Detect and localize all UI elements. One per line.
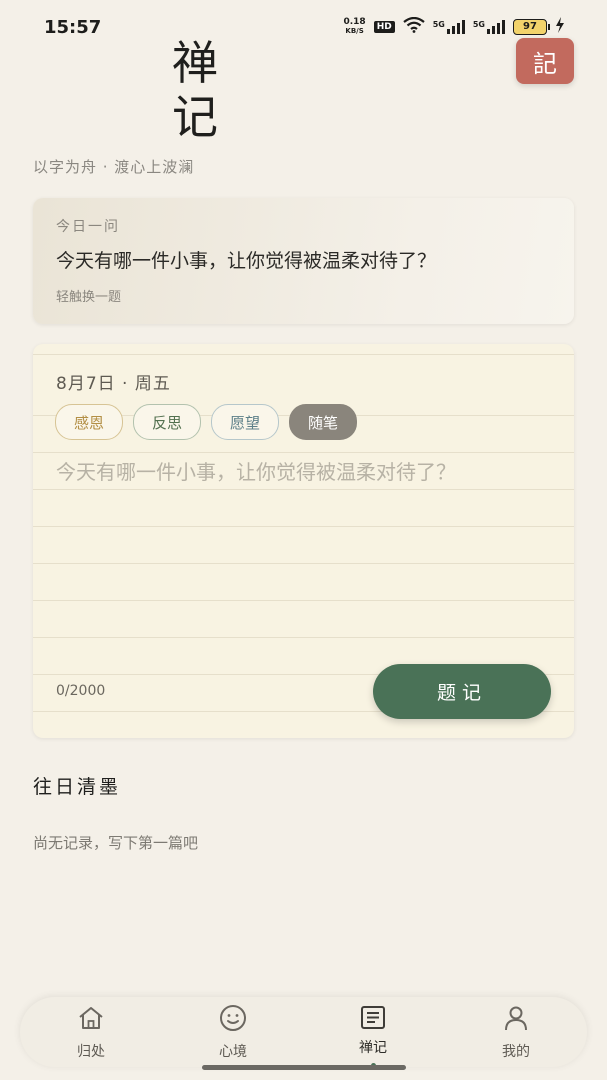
history-heading: 往日清墨 (33, 776, 122, 798)
tab-label: 心境 (219, 1044, 247, 1060)
tab-profile[interactable]: 我的 (466, 997, 566, 1067)
wifi-icon (403, 16, 425, 36)
tab-home[interactable]: 归处 (41, 997, 141, 1067)
switch-question-hint[interactable]: 轻触换一题 (56, 286, 121, 305)
tag-wish[interactable]: 愿望 (211, 404, 280, 440)
tag-selector: 感恩 反思 愿望 随笔 (55, 404, 358, 440)
tag-reflection[interactable]: 反思 (133, 404, 202, 440)
status-time: 15:57 (44, 17, 102, 38)
battery-icon: 97 (513, 18, 550, 35)
tag-essay[interactable]: 随笔 (289, 404, 358, 440)
history-empty-text: 尚无记录，写下第一篇吧 (33, 834, 199, 852)
journal-editor-card: 8月7日 · 周五 感恩 反思 愿望 随笔 今天有哪一件小事，让你觉得被温柔对待… (33, 344, 574, 738)
page-subtitle: 以字为舟 · 渡心上波澜 (33, 158, 195, 176)
char-counter: 0/2000 (56, 683, 106, 699)
signal-icon-sim1: 5G (433, 19, 465, 34)
home-indicator[interactable] (202, 1065, 406, 1070)
signal-icon-sim2: 5G (473, 19, 505, 34)
tab-label: 禅记 (359, 1040, 387, 1056)
journal-icon (359, 1003, 387, 1033)
hd-icon: HD (373, 20, 395, 33)
entry-date: 8月7日 · 周五 (56, 374, 171, 394)
home-icon (77, 1003, 105, 1033)
daily-question-label: 今日一问 (56, 219, 120, 235)
bottom-tab-bar: 归处 心境 禅记 我的 (20, 997, 587, 1067)
charging-icon (555, 17, 565, 36)
daily-question-card[interactable]: 今日一问 今天有哪一件小事，让你觉得被温柔对待了？ 轻触换一题 (33, 198, 574, 324)
smile-icon (219, 1003, 247, 1033)
tab-journal[interactable]: 禅记 (323, 997, 423, 1067)
tag-gratitude[interactable]: 感恩 (55, 404, 124, 440)
tab-label: 归处 (77, 1044, 105, 1060)
submit-entry-button[interactable]: 题记 (373, 664, 551, 719)
tab-label: 我的 (502, 1044, 530, 1060)
net-speed: 0.18 KB/S (343, 16, 366, 35)
tab-mood[interactable]: 心境 (183, 997, 283, 1067)
entry-textarea[interactable]: 今天有哪一件小事，让你觉得被温柔对待了？ (56, 456, 456, 485)
app-badge-button[interactable]: 記 (516, 38, 574, 84)
status-indicators: 0.18 KB/S HD 5G 5G 97 (343, 16, 565, 36)
person-icon (502, 1003, 530, 1033)
daily-question-text: 今天有哪一件小事，让你觉得被温柔对待了？ (56, 250, 437, 272)
page-title: 禅 记 (172, 36, 218, 144)
